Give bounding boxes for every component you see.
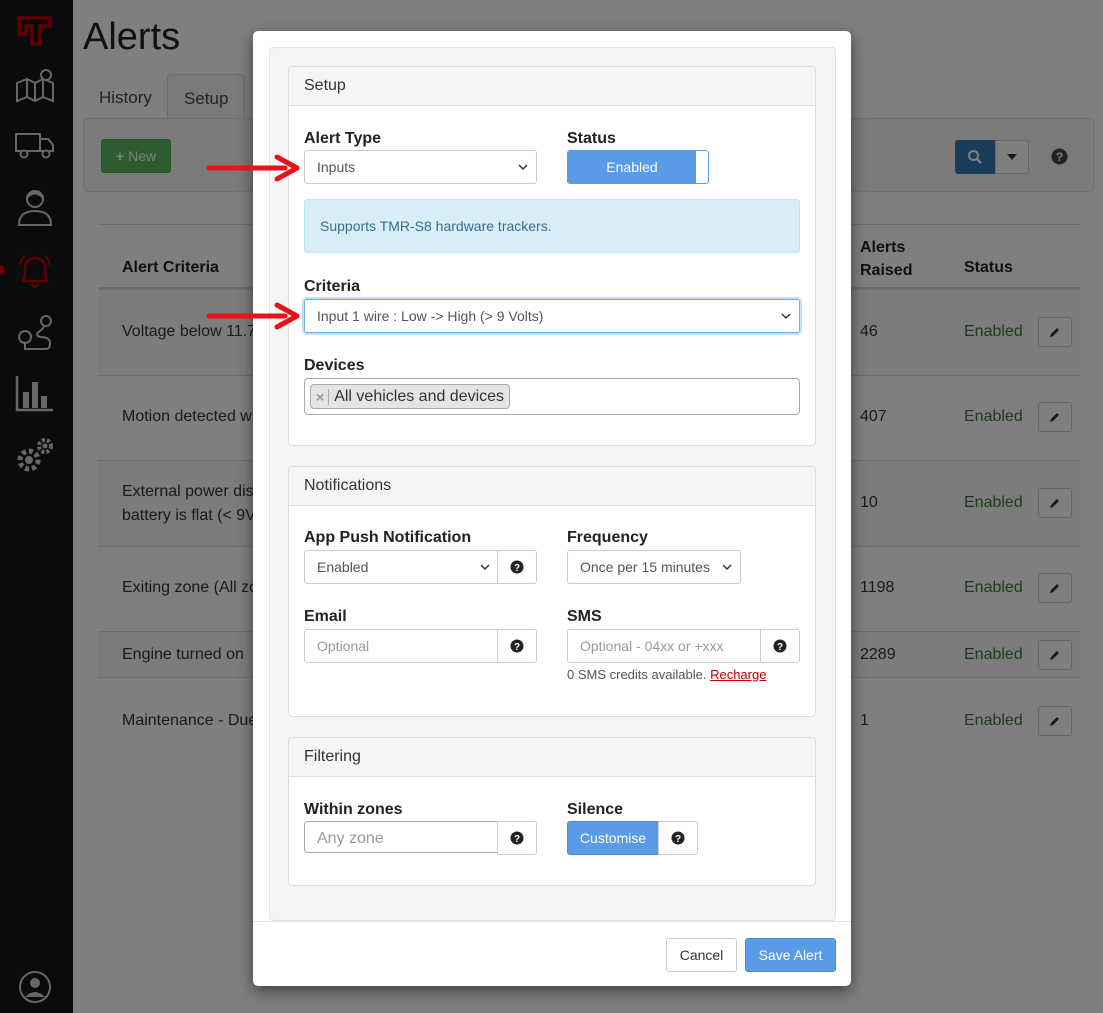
svg-text:?: ? — [514, 563, 520, 574]
status-toggle-on: Enabled — [568, 151, 696, 183]
alert-type-value: Inputs — [317, 159, 356, 175]
setup-panel-heading: Setup — [289, 67, 815, 106]
help-icon: ? — [671, 831, 685, 845]
silence-label: Silence — [567, 801, 624, 818]
sms-input[interactable]: Optional - 04xx or +xxx — [567, 629, 762, 663]
modal-footer: Cancel Save Alert — [253, 921, 851, 986]
frequency-value: Once per 15 minutes — [580, 559, 710, 575]
silence-help-button[interactable]: ? — [658, 821, 698, 855]
devices-multiselect[interactable]: × All vehicles and devices — [304, 378, 800, 415]
device-tag: × All vehicles and devices — [310, 384, 511, 409]
sms-label: SMS — [567, 608, 602, 625]
devices-label: Devices — [304, 357, 365, 374]
save-alert-button[interactable]: Save Alert — [745, 938, 836, 972]
annotation-arrow-icon — [206, 302, 300, 330]
push-select[interactable]: Enabled — [304, 550, 499, 584]
push-value: Enabled — [317, 559, 369, 575]
status-toggle[interactable]: Enabled — [567, 150, 709, 184]
alert-type-select[interactable]: Inputs — [304, 150, 537, 184]
help-icon: ? — [510, 831, 524, 845]
email-help-button[interactable]: ? — [497, 629, 537, 663]
device-tag-label: All vehicles and devices — [334, 387, 505, 405]
chevron-down-icon — [722, 564, 732, 571]
sms-help-button[interactable]: ? — [760, 629, 800, 663]
status-label: Status — [567, 130, 616, 147]
cancel-button[interactable]: Cancel — [666, 938, 737, 972]
chevron-down-icon — [781, 313, 791, 320]
recharge-link[interactable]: Recharge — [710, 667, 766, 682]
alert-type-label: Alert Type — [304, 130, 382, 147]
filtering-panel-heading: Filtering — [289, 738, 815, 777]
help-icon: ? — [773, 639, 787, 653]
alert-setup-modal: Setup Alert Type Inputs Status Enabled S… — [253, 31, 851, 986]
svg-text:?: ? — [514, 642, 520, 653]
frequency-label: Frequency — [567, 529, 648, 546]
criteria-select[interactable]: Input 1 wire : Low -> High (> 9 Volts) — [304, 299, 800, 333]
tag-remove-icon[interactable]: × — [316, 388, 330, 405]
criteria-label: Criteria — [304, 278, 361, 295]
svg-text:?: ? — [675, 834, 681, 845]
svg-text:?: ? — [777, 642, 783, 653]
info-alert: Supports TMR-S8 hardware trackers. — [304, 199, 800, 253]
notifications-panel-heading: Notifications — [289, 467, 815, 506]
chevron-down-icon — [480, 564, 490, 571]
help-icon: ? — [510, 560, 524, 574]
push-help-button[interactable]: ? — [497, 550, 537, 584]
frequency-select[interactable]: Once per 15 minutes — [567, 550, 741, 584]
zones-input[interactable]: Any zone — [304, 821, 499, 853]
zones-label: Within zones — [304, 801, 403, 818]
customise-button[interactable]: Customise — [567, 821, 659, 855]
svg-text:?: ? — [514, 834, 520, 845]
chevron-down-icon — [518, 164, 528, 171]
annotation-arrow-icon — [206, 154, 300, 182]
zones-help-button[interactable]: ? — [497, 821, 537, 855]
push-label: App Push Notification — [304, 529, 472, 546]
sms-credits-note: 0 SMS credits available. Recharge — [567, 667, 767, 682]
email-label: Email — [304, 608, 347, 625]
help-icon: ? — [510, 639, 524, 653]
email-input[interactable]: Optional — [304, 629, 499, 663]
criteria-value: Input 1 wire : Low -> High (> 9 Volts) — [317, 308, 544, 324]
